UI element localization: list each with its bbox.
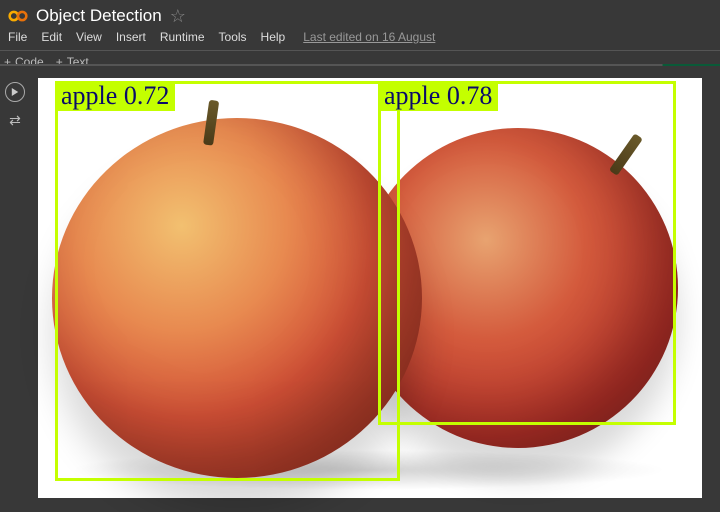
insert-toolbar: + Code + Text [0,51,720,75]
detection-label: apple 0.72 [55,81,175,111]
menu-runtime[interactable]: Runtime [160,30,205,44]
move-cell-icon[interactable]: ⇄ [9,112,21,129]
plus-icon: + [56,55,63,69]
add-text-button[interactable]: + Text [56,55,89,69]
play-icon [11,88,19,96]
notebook-title[interactable]: Object Detection [36,6,162,26]
detection-label: apple 0.78 [378,81,498,111]
cell-output-image: apple 0.72 apple 0.78 [38,78,702,498]
menu-file[interactable]: File [8,30,27,44]
menu-edit[interactable]: Edit [41,30,62,44]
star-icon[interactable]: ☆ [170,7,186,25]
detection-class: apple [61,81,117,110]
cell-gutter: ⇄ [0,78,30,129]
add-code-label: Code [15,55,44,69]
detection-bounding-box: apple 0.78 [378,81,676,425]
add-code-button[interactable]: + Code [4,55,44,69]
last-edited-label[interactable]: Last edited on 16 August [303,30,435,44]
colab-logo-icon [8,6,28,26]
divider [0,64,720,66]
detection-canvas: apple 0.72 apple 0.78 [38,78,702,498]
menu-help[interactable]: Help [261,30,286,44]
run-cell-button[interactable] [5,82,25,102]
title-bar: Object Detection ☆ [0,0,720,28]
add-text-label: Text [67,55,89,69]
menu-view[interactable]: View [76,30,102,44]
detection-confidence: 0.72 [124,81,170,110]
menu-bar: File Edit View Insert Runtime Tools Help… [0,28,720,51]
menu-tools[interactable]: Tools [219,30,247,44]
plus-icon: + [4,55,11,69]
menu-insert[interactable]: Insert [116,30,146,44]
detection-class: apple [384,81,440,110]
detection-bounding-box: apple 0.72 [55,81,400,481]
detection-confidence: 0.78 [447,81,493,110]
